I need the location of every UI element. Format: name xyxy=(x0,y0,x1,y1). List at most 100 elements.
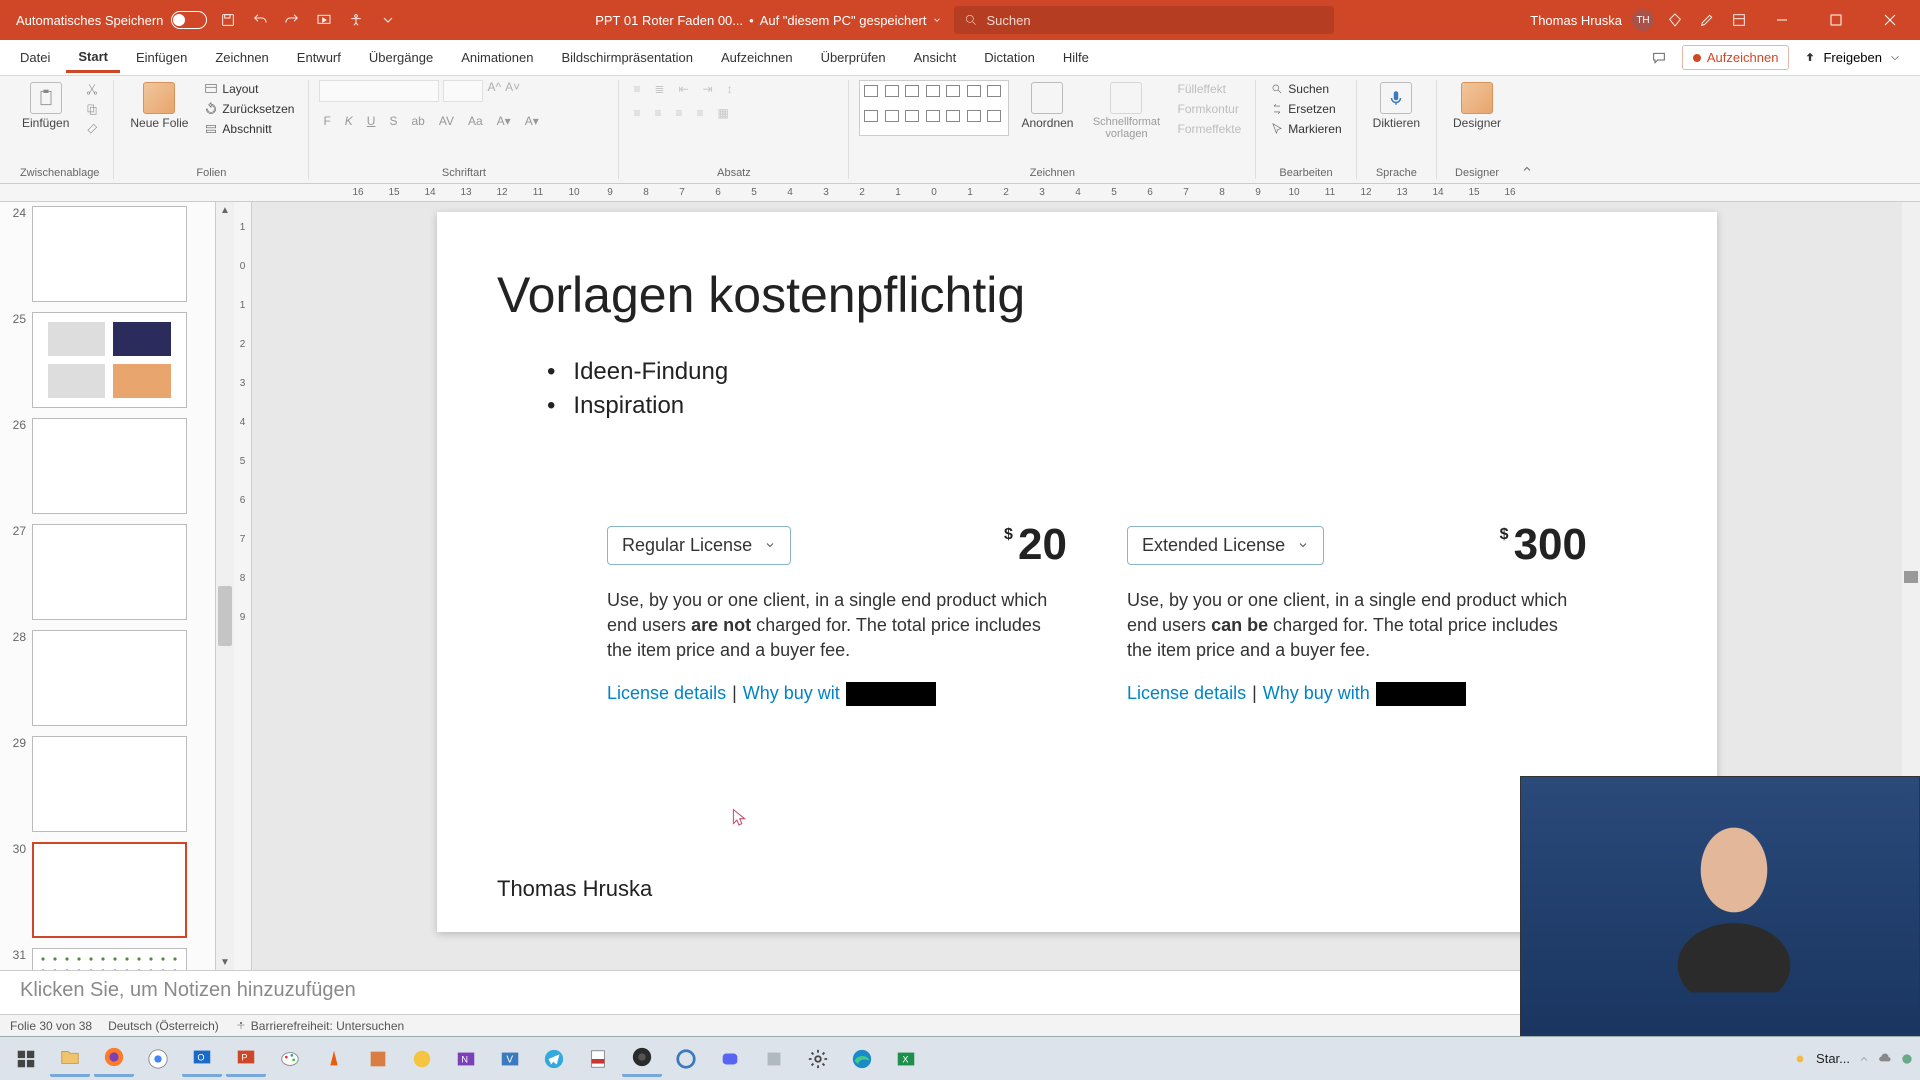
thumbnail-27[interactable]: 27 xyxy=(6,524,209,620)
slide-thumbnails[interactable]: 24 25 26 27 28 29 30 31 xyxy=(0,202,216,970)
thumbnail-31[interactable]: 31 xyxy=(6,948,209,970)
tab-entwurf[interactable]: Entwurf xyxy=(285,44,353,71)
tab-dictation[interactable]: Dictation xyxy=(972,44,1047,71)
chrome-icon[interactable] xyxy=(138,1041,178,1077)
comments-icon[interactable] xyxy=(1648,47,1670,69)
undo-icon[interactable] xyxy=(249,9,271,31)
layout-button[interactable]: Layout xyxy=(200,80,298,98)
bullets-button[interactable]: ≡ xyxy=(629,80,644,98)
start-button[interactable] xyxy=(6,1041,46,1077)
collapse-ribbon-icon[interactable] xyxy=(1521,163,1533,175)
quickstyles-button[interactable]: Schnellformat vorlagen xyxy=(1085,80,1167,142)
paint-icon[interactable] xyxy=(270,1041,310,1077)
strike-button[interactable]: S xyxy=(385,112,401,130)
discord-icon[interactable] xyxy=(710,1041,750,1077)
share-button[interactable]: Freigeben xyxy=(1793,46,1912,69)
tab-bildschirmpraesentation[interactable]: Bildschirmpräsentation xyxy=(549,44,705,71)
outlook-icon[interactable]: O xyxy=(182,1041,222,1077)
thumbnail-25[interactable]: 25 xyxy=(6,312,209,408)
close-button[interactable] xyxy=(1868,0,1912,40)
edge-icon[interactable] xyxy=(842,1041,882,1077)
align-left-button[interactable]: ≡ xyxy=(629,104,644,122)
slide-bullets[interactable]: Ideen-Findung Inspiration xyxy=(497,358,1657,420)
bold-button[interactable]: F xyxy=(319,112,334,130)
cloud-icon[interactable] xyxy=(1878,1052,1892,1066)
maximize-button[interactable] xyxy=(1814,0,1858,40)
accessibility-status[interactable]: Barrierefreiheit: Untersuchen xyxy=(235,1019,404,1033)
shape-outline-button[interactable]: Formkontur xyxy=(1173,100,1245,118)
vlc-icon[interactable] xyxy=(314,1041,354,1077)
select-button[interactable]: Markieren xyxy=(1266,120,1345,138)
thumbnail-24[interactable]: 24 xyxy=(6,206,209,302)
tab-uebergaenge[interactable]: Übergänge xyxy=(357,44,445,71)
excel-icon[interactable]: X xyxy=(886,1041,926,1077)
underline-button[interactable]: U xyxy=(363,112,380,130)
system-tray[interactable]: Star... xyxy=(1792,1051,1914,1067)
pen-icon[interactable] xyxy=(1696,9,1718,31)
thumbnail-scrollbar[interactable]: ▲▼ xyxy=(216,202,234,970)
slide-counter[interactable]: Folie 30 von 38 xyxy=(10,1019,92,1033)
tab-aufzeichnen[interactable]: Aufzeichnen xyxy=(709,44,805,71)
why-buy-link[interactable]: Why buy with xyxy=(1263,683,1370,704)
numbering-button[interactable]: ≣ xyxy=(650,80,668,98)
language-label[interactable]: Deutsch (Österreich) xyxy=(108,1019,219,1033)
firefox-icon[interactable] xyxy=(94,1041,134,1077)
powerpoint-icon[interactable]: P xyxy=(226,1041,266,1077)
search-input[interactable]: Suchen xyxy=(954,6,1334,34)
license-details-link[interactable]: License details xyxy=(1127,683,1246,704)
diamond-icon[interactable] xyxy=(1664,9,1686,31)
copy-button[interactable] xyxy=(81,100,103,118)
new-slide-button[interactable]: Neue Folie xyxy=(124,80,194,132)
weather-icon[interactable] xyxy=(1792,1051,1808,1067)
app-icon-3[interactable] xyxy=(754,1041,794,1077)
app-icon-2[interactable] xyxy=(402,1041,442,1077)
tab-hilfe[interactable]: Hilfe xyxy=(1051,44,1101,71)
avatar[interactable]: TH xyxy=(1632,9,1654,31)
obs-icon[interactable] xyxy=(622,1041,662,1077)
tab-animationen[interactable]: Animationen xyxy=(449,44,545,71)
why-buy-link[interactable]: Why buy wit xyxy=(743,683,840,704)
paste-button[interactable]: Einfügen xyxy=(16,80,75,132)
shape-effects-button[interactable]: Formeffekte xyxy=(1173,120,1245,138)
thumbnail-28[interactable]: 28 xyxy=(6,630,209,726)
window-mode-icon[interactable] xyxy=(1728,9,1750,31)
designer-button[interactable]: Designer xyxy=(1447,80,1507,132)
tray-app-icon[interactable] xyxy=(1900,1052,1914,1066)
arrange-button[interactable]: Anordnen xyxy=(1015,80,1079,132)
tab-ueberpruefen[interactable]: Überprüfen xyxy=(809,44,898,71)
font-size-input[interactable] xyxy=(443,80,483,102)
tab-zeichnen[interactable]: Zeichnen xyxy=(203,44,280,71)
license-details-link[interactable]: License details xyxy=(607,683,726,704)
settings-icon[interactable] xyxy=(798,1041,838,1077)
tab-datei[interactable]: Datei xyxy=(8,44,62,71)
format-painter-button[interactable] xyxy=(81,120,103,138)
accessibility-icon[interactable] xyxy=(345,9,367,31)
tab-ansicht[interactable]: Ansicht xyxy=(902,44,969,71)
thumbnail-29[interactable]: 29 xyxy=(6,736,209,832)
qat-more-icon[interactable] xyxy=(377,9,399,31)
font-name-input[interactable] xyxy=(319,80,439,102)
explorer-icon[interactable] xyxy=(50,1041,90,1077)
app-icon-1[interactable] xyxy=(358,1041,398,1077)
replace-button[interactable]: Ersetzen xyxy=(1266,100,1345,118)
minimize-button[interactable] xyxy=(1760,0,1804,40)
dictate-button[interactable]: Diktieren xyxy=(1367,80,1426,132)
save-icon[interactable] xyxy=(217,9,239,31)
license-select-regular[interactable]: Regular License xyxy=(607,526,791,565)
autosave-toggle[interactable]: Automatisches Speichern xyxy=(16,11,207,29)
tab-start[interactable]: Start xyxy=(66,43,120,73)
onenote-icon[interactable]: N xyxy=(446,1041,486,1077)
license-select-extended[interactable]: Extended License xyxy=(1127,526,1324,565)
telegram-icon[interactable] xyxy=(534,1041,574,1077)
redo-icon[interactable] xyxy=(281,9,303,31)
thumbnail-26[interactable]: 26 xyxy=(6,418,209,514)
slide-title[interactable]: Vorlagen kostenpflichtig xyxy=(497,266,1657,324)
tray-label[interactable]: Star... xyxy=(1816,1051,1850,1066)
username-label[interactable]: Thomas Hruska xyxy=(1530,13,1622,28)
reset-button[interactable]: Zurücksetzen xyxy=(200,100,298,118)
record-button[interactable]: Aufzeichnen xyxy=(1682,45,1790,70)
document-title[interactable]: PPT 01 Roter Faden 00... • Auf "diesem P… xyxy=(595,13,942,28)
app-icon-pdf[interactable] xyxy=(578,1041,618,1077)
shape-fill-button[interactable]: Fülleffekt xyxy=(1173,80,1245,98)
tray-expand-icon[interactable] xyxy=(1858,1053,1870,1065)
